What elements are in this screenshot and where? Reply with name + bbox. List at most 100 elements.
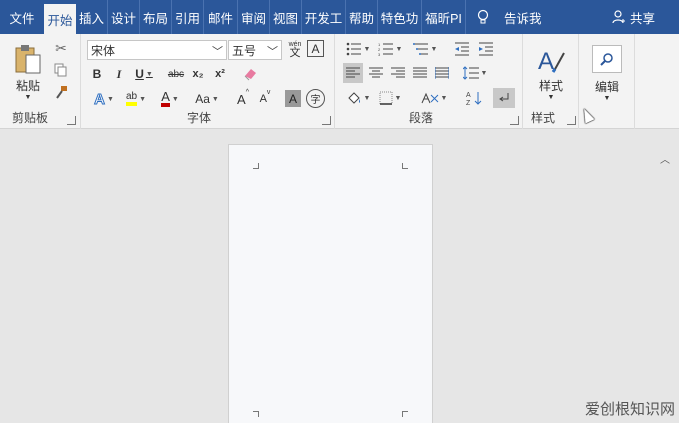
justify-button[interactable]: [410, 63, 430, 83]
paste-button[interactable]: 粘贴 ▼: [10, 40, 46, 104]
font-color-icon: A: [161, 90, 170, 107]
svg-text:3: 3: [378, 52, 381, 56]
character-border-button[interactable]: A: [307, 40, 324, 57]
italic-icon: I: [116, 66, 122, 81]
cut-button[interactable]: ✂: [52, 40, 70, 56]
chinese-layout-button[interactable]: ▼: [417, 88, 451, 108]
tell-me-box[interactable]: 告诉我: [476, 0, 542, 34]
paragraph-launcher-icon[interactable]: [510, 116, 519, 125]
underline-button[interactable]: U ▼: [133, 65, 155, 83]
superscript-button[interactable]: x²: [211, 65, 229, 83]
bullets-button[interactable]: ▼: [343, 40, 373, 58]
share-button[interactable]: 共享: [611, 0, 655, 34]
styles-button[interactable]: A 样式 ▼: [529, 40, 573, 106]
chevron-down-icon: ▼: [430, 45, 438, 53]
tab-file[interactable]: 文件: [0, 0, 44, 34]
distributed-button[interactable]: [432, 63, 452, 83]
ribbon-tab-bar: 文件 开始 插入 设计 布局 引用 邮件 审阅 视图 开发工 帮助 特色功 福昕…: [0, 0, 679, 34]
watermark-text: 爱创根知识网: [584, 400, 675, 418]
chevron-down-icon: ▼: [440, 94, 448, 102]
clear-formatting-button[interactable]: [241, 65, 259, 83]
numbering-button[interactable]: 1 2 3 ▼: [375, 40, 405, 58]
text-effects-button[interactable]: A ▼: [89, 89, 119, 109]
styles-group: A 样式 ▼ 样式: [523, 34, 579, 129]
show-marks-button[interactable]: [493, 88, 515, 108]
align-right-icon: [391, 67, 405, 78]
character-shading-button[interactable]: A: [285, 90, 301, 107]
caret-up-icon: ^: [245, 89, 249, 96]
distributed-icon: [435, 67, 449, 79]
tab-developer[interactable]: 开发工: [302, 0, 346, 34]
align-right-button[interactable]: [388, 63, 408, 83]
paste-label: 粘贴: [15, 79, 40, 93]
strikethrough-icon: abc: [167, 68, 185, 80]
phonetic-char-label: 文: [289, 47, 301, 59]
increase-indent-icon: [479, 42, 493, 56]
tab-features[interactable]: 特色功: [378, 0, 422, 34]
tab-home[interactable]: 开始: [44, 4, 76, 34]
numbered-list-icon: 123: [378, 42, 393, 56]
sort-icon: AZ: [466, 92, 482, 106]
change-case-button[interactable]: Aa ▼: [189, 89, 225, 109]
line-spacing-button[interactable]: ▼: [460, 63, 490, 83]
person-add-icon: [612, 10, 625, 24]
highlight-button[interactable]: ab ▼: [121, 89, 151, 109]
styles-button-label: 样式: [538, 79, 563, 93]
shaded-a-icon: A: [288, 91, 297, 106]
phonetic-guide-button[interactable]: wén 文: [286, 39, 304, 61]
grow-font-button[interactable]: A ^: [233, 89, 253, 109]
align-center-button[interactable]: [366, 63, 386, 83]
bold-icon: B: [92, 67, 102, 81]
paste-dropdown-icon: ▼: [24, 94, 32, 101]
font-size-select[interactable]: 五号 ﹀: [228, 40, 282, 60]
svg-text:A: A: [466, 92, 471, 99]
line-spacing-icon: [462, 66, 479, 80]
shrink-font-button[interactable]: Av: [255, 89, 275, 109]
subscript-button[interactable]: x₂: [189, 65, 207, 83]
align-left-button[interactable]: [343, 63, 363, 83]
margin-corner-top-right: [402, 163, 408, 169]
tab-references[interactable]: 引用: [172, 0, 204, 34]
clipboard-group-label: 剪贴板: [12, 111, 49, 125]
editing-button[interactable]: 编辑 ▼: [585, 40, 629, 106]
scissors-icon: ✂: [55, 39, 67, 56]
margin-corner-bottom-left: [253, 411, 259, 417]
strikethrough-button[interactable]: abc: [165, 65, 187, 83]
increase-indent-button[interactable]: [477, 40, 495, 58]
multilevel-list-button[interactable]: ▼: [409, 40, 441, 58]
paragraph-group-label: 段落: [409, 111, 434, 125]
font-color-button[interactable]: A ▼: [155, 89, 185, 109]
tab-insert[interactable]: 插入: [76, 0, 108, 34]
font-name-select[interactable]: 宋体 ﹀: [87, 40, 227, 60]
styles-icon: A: [538, 48, 565, 75]
format-painter-button[interactable]: [52, 84, 70, 100]
styles-launcher-icon[interactable]: [567, 116, 576, 125]
italic-button[interactable]: I: [111, 65, 127, 83]
tab-mailings[interactable]: 邮件: [204, 0, 238, 34]
tab-foxit[interactable]: 福昕PI: [422, 0, 466, 34]
shrink-font-icon: A: [259, 93, 267, 105]
justify-icon: [413, 67, 427, 78]
sort-button[interactable]: AZ: [463, 88, 485, 108]
text-effects-icon: A: [94, 90, 106, 108]
tab-design[interactable]: 设计: [108, 0, 140, 34]
font-name-value: 宋体: [91, 43, 116, 58]
copy-button[interactable]: [52, 62, 70, 78]
enclose-characters-button[interactable]: 字: [306, 89, 325, 108]
document-page[interactable]: [228, 144, 433, 423]
bold-button[interactable]: B: [89, 65, 105, 83]
font-group: 宋体 ﹀ 五号 ﹀ wén 文 A B I U ▼ abc x₂ x² A ▼ …: [81, 34, 335, 129]
font-launcher-icon[interactable]: [322, 116, 331, 125]
tab-help[interactable]: 帮助: [346, 0, 378, 34]
borders-button[interactable]: ▼: [375, 88, 405, 108]
underline-icon: U: [135, 67, 144, 81]
tab-view[interactable]: 视图: [270, 0, 302, 34]
clipboard-launcher-icon[interactable]: [67, 116, 76, 125]
collapse-ribbon-icon[interactable]: ︿: [660, 151, 670, 166]
tab-review[interactable]: 审阅: [238, 0, 270, 34]
decrease-indent-button[interactable]: [453, 40, 471, 58]
clipboard-icon: [15, 45, 41, 74]
shading-button[interactable]: ▼: [343, 88, 373, 108]
tab-layout[interactable]: 布局: [140, 0, 172, 34]
align-center-icon: [369, 67, 383, 78]
